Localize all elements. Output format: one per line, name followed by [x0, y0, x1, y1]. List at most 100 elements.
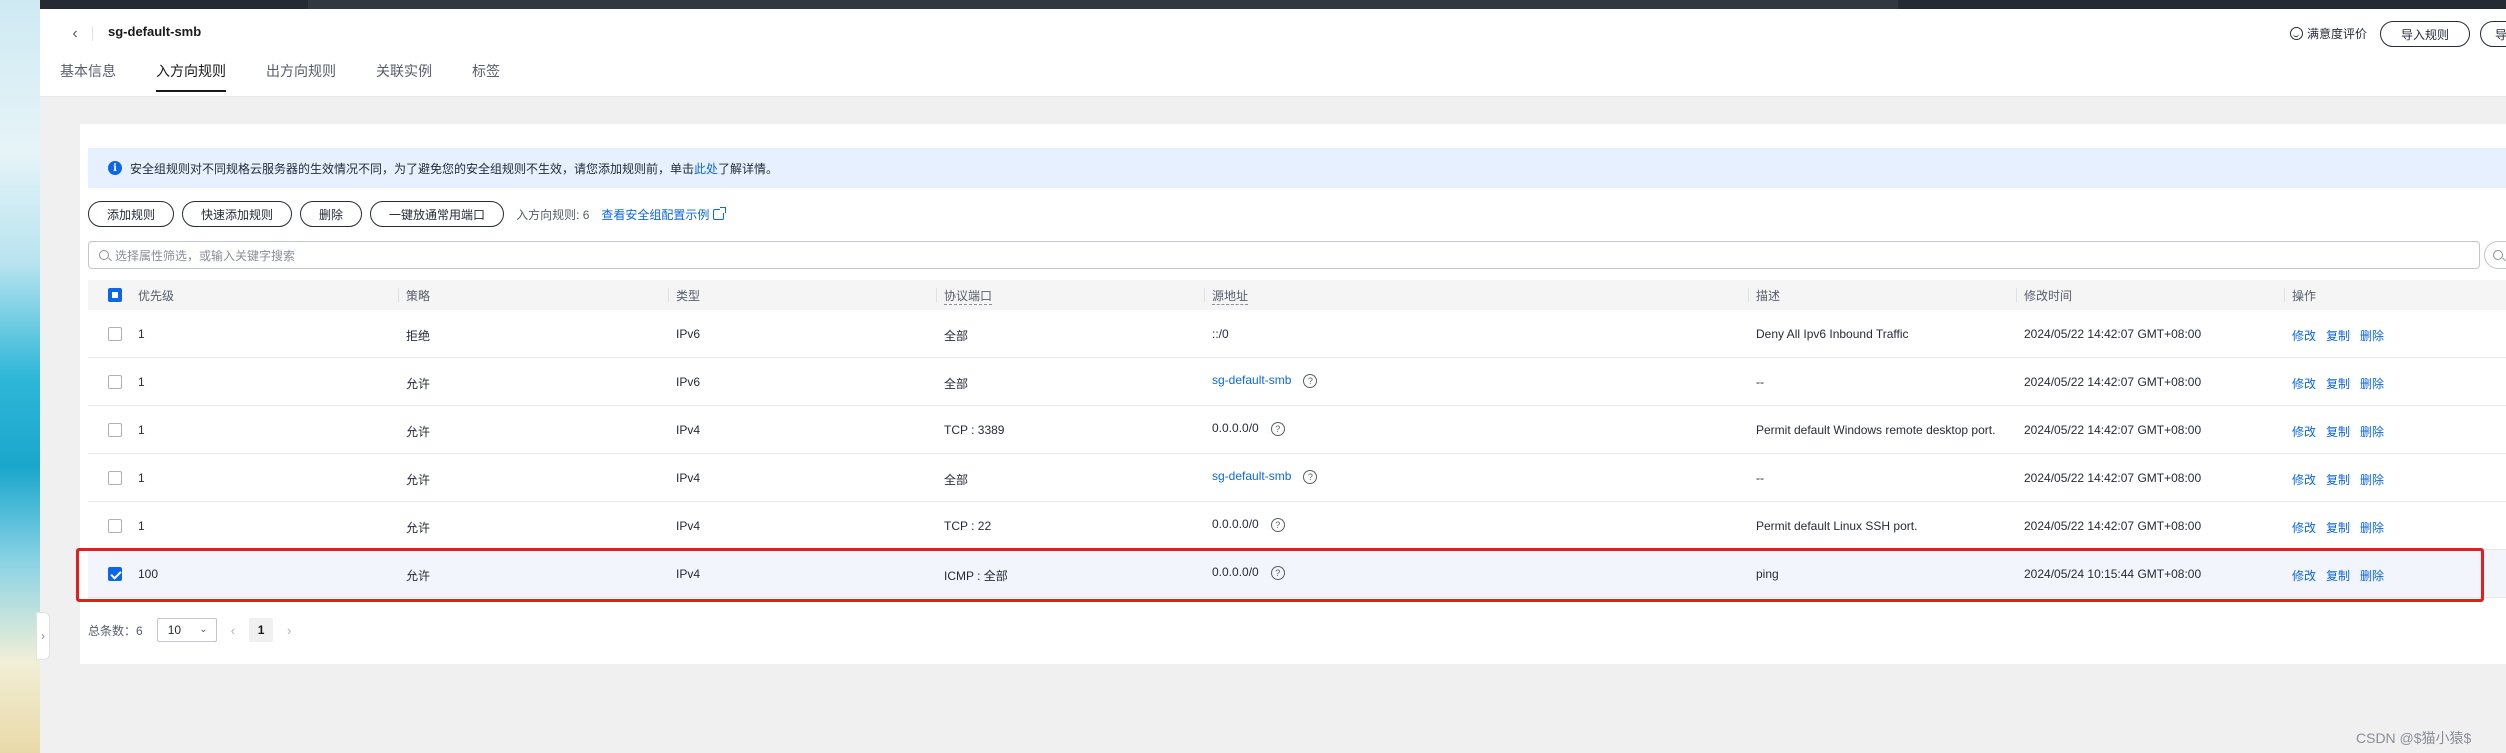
- copy-link[interactable]: 复制: [2326, 377, 2350, 391]
- page-size-select[interactable]: 10 ⌄: [156, 618, 217, 642]
- type-cell: IPv6: [676, 327, 701, 341]
- external-link-icon: [713, 206, 727, 220]
- source-cell: sg-default-smb?: [1212, 373, 1318, 388]
- source-link[interactable]: sg-default-smb: [1212, 373, 1291, 387]
- select-all-checkbox[interactable]: [108, 288, 122, 302]
- modify-link[interactable]: 修改: [2292, 569, 2316, 583]
- col-source-label: 源地址: [1212, 288, 1249, 305]
- modified-time-cell: 2024/05/22 14:42:07 GMT+08:00: [2024, 327, 2202, 341]
- prev-page-icon[interactable]: ‹: [231, 623, 235, 638]
- copy-link[interactable]: 复制: [2326, 425, 2350, 439]
- col-protocol-port-label: 协议端口: [944, 288, 993, 305]
- priority-cell: 1: [138, 375, 145, 389]
- policy-cell: 拒绝: [406, 329, 431, 343]
- table-header: 优先级 策略 类型 协议端口 源地址 描述 修改时间 操作: [88, 280, 2506, 310]
- modify-link[interactable]: 修改: [2292, 521, 2316, 535]
- column-divider: [398, 288, 399, 302]
- tab-associated-instances[interactable]: 关联实例: [376, 61, 432, 92]
- extra-header-button[interactable]: 导: [2480, 21, 2506, 47]
- help-icon[interactable]: ?: [1303, 469, 1318, 484]
- actions-cell: 修改 复制 删除: [2292, 423, 2394, 440]
- protocol-port-cell: ICMP : 全部: [944, 569, 1008, 583]
- next-page-icon[interactable]: ›: [287, 623, 291, 638]
- protocol-port-cell: 全部: [944, 329, 969, 343]
- source-value: ::/0: [1212, 327, 1229, 341]
- search-input[interactable]: 选择属性筛选，或输入关键字搜索: [88, 241, 2480, 269]
- protocol-port-cell: 全部: [944, 473, 969, 487]
- help-icon[interactable]: ?: [1270, 517, 1285, 532]
- row-checkbox[interactable]: [108, 375, 122, 389]
- modify-link[interactable]: 修改: [2292, 329, 2316, 343]
- col-protocol-port: 协议端口: [944, 287, 993, 305]
- search-button[interactable]: [2484, 241, 2506, 269]
- modified-time-cell: 2024/05/22 14:42:07 GMT+08:00: [2024, 375, 2202, 389]
- type-cell: IPv4: [676, 471, 701, 485]
- tab-outbound-rules[interactable]: 出方向规则: [266, 61, 336, 92]
- chevron-down-icon: ⌄: [199, 624, 208, 635]
- source-cell: 0.0.0.0/0?: [1212, 565, 1285, 580]
- help-icon[interactable]: ?: [1270, 565, 1285, 580]
- description-cell: Permit default Linux SSH port.: [1756, 519, 1918, 533]
- add-rule-button[interactable]: 添加规则: [88, 201, 175, 227]
- delete-link[interactable]: 删除: [2360, 473, 2384, 487]
- import-rules-button[interactable]: 导入规则: [2380, 21, 2470, 47]
- modify-link[interactable]: 修改: [2292, 377, 2316, 391]
- row-checkbox[interactable]: [108, 423, 122, 437]
- help-icon[interactable]: ?: [1303, 373, 1318, 388]
- tab-inbound-rules[interactable]: 入方向规则: [156, 61, 226, 92]
- copy-link[interactable]: 复制: [2326, 521, 2350, 535]
- row-checkbox[interactable]: [108, 567, 122, 581]
- help-icon[interactable]: ?: [1270, 421, 1285, 436]
- source-link[interactable]: sg-default-smb: [1212, 469, 1291, 483]
- description-cell: Permit default Windows remote desktop po…: [1756, 423, 1996, 437]
- delete-button[interactable]: 删除: [300, 201, 363, 227]
- tab-bar: 基本信息 入方向规则 出方向规则 关联实例 标签: [60, 61, 540, 92]
- delete-link[interactable]: 删除: [2360, 521, 2384, 535]
- copy-link[interactable]: 复制: [2326, 329, 2350, 343]
- copy-link[interactable]: 复制: [2326, 569, 2350, 583]
- source-cell: ::/0: [1212, 327, 1229, 341]
- tab-basic-info[interactable]: 基本信息: [60, 61, 116, 92]
- info-icon: i: [108, 161, 122, 175]
- pagination: 总条数：6 10 ⌄ ‹ 1 ›: [88, 618, 291, 642]
- type-cell: IPv4: [676, 423, 701, 437]
- actions-cell: 修改 复制 删除: [2292, 327, 2394, 344]
- rate-link[interactable]: 满意度评价: [2290, 25, 2367, 42]
- delete-link[interactable]: 删除: [2360, 329, 2384, 343]
- priority-cell: 1: [138, 471, 145, 485]
- page-header: ‹ sg-default-smb 基本信息 入方向规则 出方向规则 关联实例 标…: [40, 9, 2506, 97]
- copy-link[interactable]: 复制: [2326, 473, 2350, 487]
- row-checkbox[interactable]: [108, 327, 122, 341]
- source-cell: 0.0.0.0/0?: [1212, 517, 1285, 532]
- policy-cell: 允许: [406, 425, 431, 439]
- notice-link[interactable]: 此处: [694, 160, 718, 177]
- notice-banner: i 安全组规则对不同规格云服务器的生效情况不同，为了避免您的安全组规则不生效，请…: [88, 148, 2506, 188]
- protocol-port-cell: TCP : 22: [944, 519, 992, 533]
- actions-cell: 修改 复制 删除: [2292, 375, 2394, 392]
- open-common-ports-button[interactable]: 一键放通常用端口: [370, 201, 505, 227]
- table-row: 1 允许 IPv4 全部 sg-default-smb? -- 2024/05/22 14:…: [88, 454, 2506, 502]
- modify-link[interactable]: 修改: [2292, 425, 2316, 439]
- search-icon: [99, 250, 109, 260]
- delete-link[interactable]: 删除: [2360, 569, 2384, 583]
- col-priority: 优先级: [138, 288, 175, 303]
- table-row: 1 允许 IPv6 全部 sg-default-smb? -- 2024/05/22 14:…: [88, 358, 2506, 406]
- table-row: 1 允许 IPv4 TCP : 22 0.0.0.0/0? Permit default …: [88, 502, 2506, 550]
- current-page[interactable]: 1: [249, 618, 274, 642]
- delete-link[interactable]: 删除: [2360, 377, 2384, 391]
- tab-tags[interactable]: 标签: [472, 61, 500, 92]
- quick-add-rule-button[interactable]: 快速添加规则: [182, 201, 293, 227]
- priority-cell: 1: [138, 519, 145, 533]
- config-example-link[interactable]: 查看安全组配置示例: [601, 206, 727, 223]
- back-arrow-icon[interactable]: ‹: [64, 23, 86, 45]
- row-checkbox[interactable]: [108, 519, 122, 533]
- column-divider: [2284, 288, 2285, 302]
- sidebar-expand-handle[interactable]: ›: [36, 612, 50, 660]
- delete-link[interactable]: 删除: [2360, 425, 2384, 439]
- inbound-rule-count: 入方向规则: 6: [516, 207, 590, 222]
- modify-link[interactable]: 修改: [2292, 473, 2316, 487]
- policy-cell: 允许: [406, 569, 431, 583]
- left-decorative-strip: ›: [0, 0, 50, 753]
- col-modified-time: 修改时间: [2024, 288, 2073, 303]
- row-checkbox[interactable]: [108, 471, 122, 485]
